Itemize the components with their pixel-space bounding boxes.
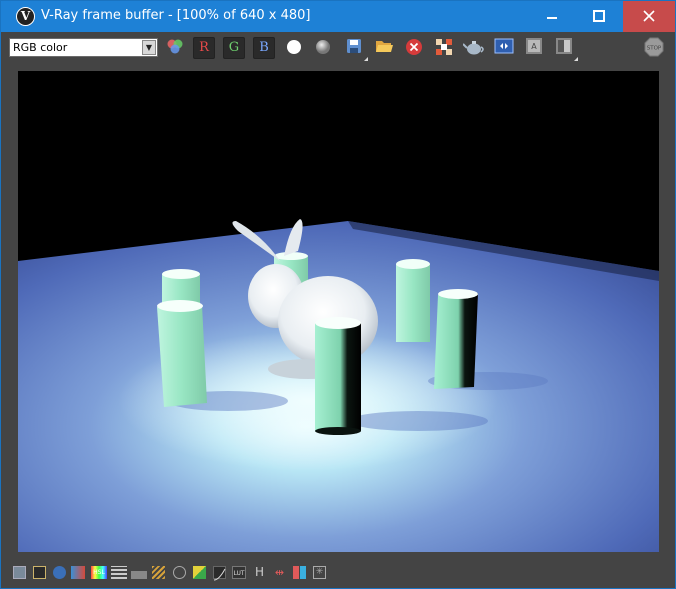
vray-logo-icon: V (16, 7, 35, 26)
levels-icon[interactable] (111, 566, 127, 579)
channel-select-value: RGB color (13, 41, 68, 54)
folder-open-icon[interactable] (373, 37, 395, 59)
minimize-icon (547, 17, 557, 19)
clear-image-icon[interactable] (403, 37, 425, 59)
toolbar: RGB color ▼ R G B A STOP (1, 32, 675, 62)
sRGB-icon[interactable] (293, 566, 306, 579)
chevron-down-icon[interactable]: ▼ (142, 40, 156, 55)
bottom-toolbar: HSL LUT H ⇹ ✳ (1, 561, 675, 588)
white-circle-icon[interactable] (283, 37, 305, 59)
svg-text:STOP: STOP (647, 46, 662, 52)
compare-a-icon[interactable]: A (523, 37, 545, 59)
white-balance-icon[interactable] (193, 566, 206, 579)
grey-circle-icon[interactable] (312, 37, 334, 59)
vfb-window: V V-Ray frame buffer - [100% of 640 x 48… (0, 0, 676, 589)
minimize-button[interactable] (529, 1, 575, 32)
window-title: V-Ray frame buffer - [100% of 640 x 480] (41, 8, 311, 23)
close-button[interactable] (623, 1, 675, 32)
stop-icon[interactable]: STOP (643, 37, 665, 59)
blue-channel-button[interactable]: B (253, 37, 275, 59)
green-channel-button[interactable]: G (223, 37, 245, 59)
folder-icon[interactable] (13, 566, 26, 579)
render-viewport[interactable] (18, 71, 659, 552)
histogram-icon[interactable] (131, 566, 147, 579)
maximize-icon (593, 10, 605, 22)
close-icon (643, 10, 655, 22)
svg-text:A: A (531, 42, 537, 51)
red-channel-button[interactable]: R (193, 37, 215, 59)
region-render-icon[interactable] (433, 37, 455, 59)
color-correct-icon[interactable] (71, 566, 85, 579)
curves-icon[interactable] (152, 566, 165, 579)
ocio-icon[interactable]: ✳ (313, 566, 326, 579)
hilbert-icon[interactable]: ⇹ (273, 566, 286, 579)
channel-select[interactable]: RGB color ▼ (9, 38, 158, 57)
compare-b-icon[interactable] (553, 37, 578, 61)
maximize-button[interactable] (576, 1, 622, 32)
curve-icon[interactable] (213, 566, 226, 581)
color-circles-icon[interactable] (164, 37, 186, 59)
exposure-icon[interactable] (173, 566, 186, 579)
film-icon[interactable] (33, 566, 46, 579)
info-icon[interactable] (53, 566, 66, 579)
lens-effects-icon[interactable] (493, 37, 515, 59)
hsl-icon[interactable]: HSL (91, 566, 107, 579)
h-icon[interactable]: H (253, 566, 266, 579)
title-bar[interactable]: V V-Ray frame buffer - [100% of 640 x 48… (1, 1, 675, 32)
rendered-image (18, 71, 659, 552)
save-icon[interactable] (343, 37, 368, 61)
lut-icon[interactable]: LUT (232, 566, 246, 579)
teapot-render-icon[interactable] (462, 37, 485, 59)
